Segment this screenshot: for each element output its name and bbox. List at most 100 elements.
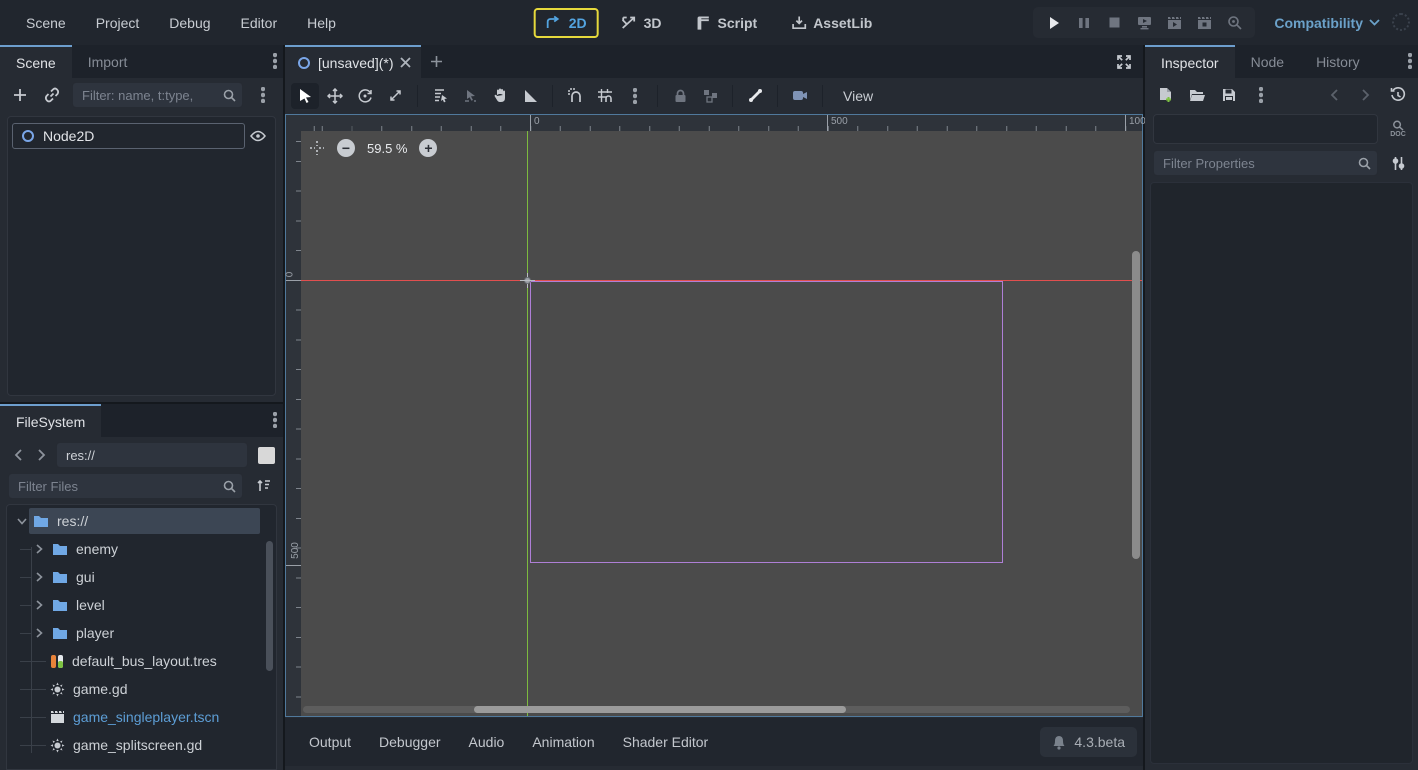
path-field-wrap: [56, 442, 248, 468]
add-node-button[interactable]: [8, 83, 32, 107]
workspace-2d-button[interactable]: 2D: [534, 8, 599, 38]
scene-tree-row-node2d[interactable]: Node2D: [12, 122, 271, 150]
file-row-game-gd[interactable]: game.gd: [7, 675, 262, 703]
menu-help[interactable]: Help: [295, 9, 348, 37]
menu-scene[interactable]: Scene: [14, 9, 78, 37]
renderer-selector[interactable]: Compatibility: [1274, 0, 1380, 45]
scale-tool-button[interactable]: [381, 83, 409, 109]
play-button[interactable]: [1041, 10, 1067, 36]
play-scene-button[interactable]: [1161, 10, 1187, 36]
menu-debug[interactable]: Debug: [157, 9, 222, 37]
chevron-right-icon[interactable]: [32, 628, 46, 638]
filesystem-menu-button[interactable]: [273, 412, 277, 431]
file-row-gui[interactable]: gui: [7, 563, 262, 591]
scene-dock-menu-button[interactable]: [273, 53, 277, 72]
stop-button[interactable]: [1101, 10, 1127, 36]
select-tool-button[interactable]: [291, 83, 319, 109]
2d-viewport[interactable]: 0 500 1000 0 500: [285, 114, 1143, 717]
file-row-enemy[interactable]: enemy: [7, 535, 262, 563]
chevron-right-icon[interactable]: [32, 600, 46, 610]
pause-button[interactable]: [1071, 10, 1097, 36]
instance-scene-button[interactable]: [40, 83, 64, 107]
node-name-edit-box[interactable]: Node2D: [12, 123, 245, 149]
load-resource-button[interactable]: [1185, 83, 1209, 107]
play-remote-debug-button[interactable]: [1131, 10, 1157, 36]
search-docs-button[interactable]: DOC: [1386, 116, 1410, 142]
close-icon[interactable]: [400, 57, 411, 68]
workspace-3d-button[interactable]: 3D: [609, 8, 674, 38]
workspace-script-button[interactable]: Script: [684, 8, 770, 38]
chevron-right-icon[interactable]: [32, 572, 46, 582]
filter-properties-input[interactable]: [1153, 150, 1378, 176]
zoom-out-button[interactable]: −: [337, 139, 355, 157]
horizontal-scrollbar-thumb[interactable]: [474, 706, 846, 713]
file-row-res-root[interactable]: res://: [7, 507, 262, 535]
bottom-tab-shader-editor[interactable]: Shader Editor: [611, 727, 721, 757]
tab-node[interactable]: Node: [1235, 45, 1300, 78]
property-tools-button[interactable]: [1386, 151, 1410, 175]
lock-selected-button[interactable]: [666, 83, 694, 109]
bottom-tab-output[interactable]: Output: [297, 727, 363, 757]
smart-snap-button[interactable]: [561, 83, 589, 109]
file-row-level[interactable]: level: [7, 591, 262, 619]
play-custom-scene-button[interactable]: [1191, 10, 1217, 36]
grid-snap-button[interactable]: [591, 83, 619, 109]
canvas[interactable]: − 59.5 % +: [301, 131, 1142, 716]
snap-options-button[interactable]: [621, 83, 649, 109]
zoom-percent[interactable]: 59.5 %: [367, 141, 407, 156]
history-forward-button[interactable]: [1354, 83, 1378, 107]
workspace-assetlib-button[interactable]: AssetLib: [779, 8, 884, 38]
tab-import[interactable]: Import: [72, 45, 144, 78]
bottom-tab-audio[interactable]: Audio: [457, 727, 517, 757]
pan-tool-button[interactable]: [486, 83, 514, 109]
movie-maker-mode-button[interactable]: [1221, 10, 1247, 36]
skeleton-options-button[interactable]: [741, 83, 769, 109]
visibility-toggle[interactable]: [245, 123, 271, 149]
toggle-split-mode-button[interactable]: [258, 447, 275, 464]
current-path-field[interactable]: [56, 442, 248, 468]
scene-tree-menu-button[interactable]: [251, 83, 275, 107]
file-row-player[interactable]: player: [7, 619, 262, 647]
center-view-button[interactable]: [309, 140, 325, 156]
edit-history-button[interactable]: [1386, 83, 1410, 107]
chevron-right-icon[interactable]: [32, 544, 46, 554]
tab-history[interactable]: History: [1300, 45, 1376, 78]
menu-project[interactable]: Project: [84, 9, 152, 37]
vertical-scrollbar[interactable]: [1132, 251, 1140, 559]
ruler-tool-button[interactable]: [516, 83, 544, 109]
file-row-game-singleplayer[interactable]: game_singleplayer.tscn: [7, 703, 262, 731]
nav-forward-button[interactable]: [32, 443, 52, 467]
file-row-game-splitscreen[interactable]: game_splitscreen.gd: [7, 731, 262, 759]
resource-options-button[interactable]: [1249, 83, 1273, 107]
click-select-button[interactable]: [456, 83, 484, 109]
bottom-tab-animation[interactable]: Animation: [520, 727, 606, 757]
file-tree-scrollbar[interactable]: [266, 541, 273, 671]
horizontal-ruler: 0 500 1000: [301, 115, 1142, 131]
file-sort-button[interactable]: [251, 474, 275, 498]
tab-inspector[interactable]: Inspector: [1145, 45, 1235, 78]
scene-tab-unsaved[interactable]: [unsaved](*): [285, 45, 421, 78]
nav-back-button[interactable]: [8, 443, 28, 467]
group-selected-button[interactable]: [696, 83, 724, 109]
inspector-menu-button[interactable]: [1408, 53, 1412, 72]
camera-override-button[interactable]: [786, 83, 814, 109]
history-back-button[interactable]: [1322, 83, 1346, 107]
menu-editor[interactable]: Editor: [229, 9, 290, 37]
bottom-tab-debugger[interactable]: Debugger: [367, 727, 453, 757]
rotate-tool-button[interactable]: [351, 83, 379, 109]
new-resource-button[interactable]: [1153, 83, 1177, 107]
add-scene-tab-button[interactable]: [421, 45, 451, 78]
object-name-field[interactable]: [1153, 114, 1378, 144]
tab-scene[interactable]: Scene: [0, 45, 72, 78]
tab-filesystem[interactable]: FileSystem: [0, 404, 101, 437]
list-select-button[interactable]: [426, 83, 454, 109]
filter-files-input[interactable]: [8, 473, 243, 499]
distraction-free-button[interactable]: [1113, 51, 1135, 73]
zoom-in-button[interactable]: +: [419, 139, 437, 157]
version-info[interactable]: 4.3.beta: [1040, 727, 1137, 757]
save-button[interactable]: [1217, 83, 1241, 107]
scene-filter-input[interactable]: [72, 82, 243, 108]
file-row-default-bus-layout[interactable]: default_bus_layout.tres: [7, 647, 262, 675]
view-menu-button[interactable]: View: [831, 84, 885, 108]
move-tool-button[interactable]: [321, 83, 349, 109]
